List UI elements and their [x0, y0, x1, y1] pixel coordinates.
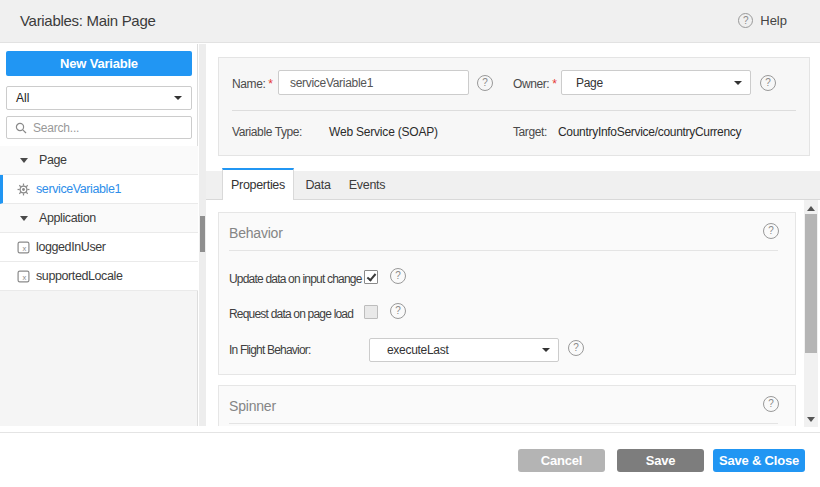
update-data-label: Update data on input change — [229, 272, 362, 286]
tab-data[interactable]: Data — [295, 171, 341, 199]
name-value: serviceVariable1 — [290, 76, 373, 90]
tree-group-application[interactable]: Application — [0, 204, 198, 233]
content-scrollbar[interactable] — [804, 200, 818, 427]
tree-item-label: loggedInUser — [36, 240, 106, 254]
inflight-behavior-label: In Flight Behavior: — [229, 343, 311, 357]
tree-group-page[interactable]: Page — [0, 146, 198, 175]
sidebar: New Variable All Search... Page serviceV… — [0, 44, 198, 426]
sidebar-scrollbar-thumb[interactable] — [200, 216, 205, 252]
tree-item-loggedinuser[interactable]: x loggedInUser — [0, 233, 198, 262]
variable-summary-panel: Name:* serviceVariable1 ? Owner:* Page ?… — [218, 57, 810, 156]
search-placeholder: Search... — [33, 121, 79, 135]
tab-events[interactable]: Events — [339, 171, 395, 199]
behavior-help-icon[interactable]: ? — [763, 223, 779, 239]
behavior-section-title: Behavior — [229, 225, 283, 241]
tree-group-label: Page — [39, 153, 67, 167]
main-panel: Name:* serviceVariable1 ? Owner:* Page ?… — [206, 44, 820, 426]
required-marker: * — [552, 77, 556, 91]
spinner-section-title: Spinner — [229, 398, 276, 414]
filter-value: All — [16, 91, 29, 105]
save-close-button[interactable]: Save & Close — [713, 449, 805, 472]
divider — [229, 250, 778, 251]
divider — [229, 423, 778, 424]
scroll-down-icon[interactable] — [807, 417, 815, 422]
tree-item-label: supportedLocale — [36, 269, 122, 283]
inflight-behavior-value: executeLast — [387, 343, 448, 357]
chevron-down-icon — [734, 81, 742, 85]
content-scrollbar-thumb[interactable] — [805, 214, 817, 353]
save-button[interactable]: Save — [617, 449, 704, 472]
inflight-help-icon[interactable]: ? — [568, 340, 584, 356]
header-bar: Variables: Main Page ? Help — [0, 0, 820, 43]
owner-help-icon[interactable]: ? — [760, 75, 776, 91]
new-variable-button[interactable]: New Variable — [6, 51, 192, 76]
help-icon: ? — [738, 13, 753, 28]
tree-item-label: serviceVariable1 — [36, 182, 121, 196]
variable-type-label: Variable Type: — [232, 125, 302, 139]
owner-select[interactable]: Page — [561, 70, 751, 95]
variable-tree: Page serviceVariable1 Application x logg… — [0, 146, 198, 291]
scroll-up-icon[interactable] — [807, 206, 815, 211]
tree-item-supportedlocale[interactable]: x supportedLocale — [0, 262, 198, 291]
chevron-down-icon — [174, 96, 182, 100]
name-input[interactable]: serviceVariable1 — [278, 70, 469, 95]
sidebar-empty-area — [0, 291, 197, 426]
chevron-down-icon — [542, 348, 550, 352]
tree-item-servicevariable1[interactable]: serviceVariable1 — [0, 175, 198, 204]
help-label: Help — [760, 13, 787, 28]
target-label: Target: — [513, 125, 547, 139]
search-input[interactable]: Search... — [6, 116, 192, 139]
request-data-help-icon[interactable]: ? — [390, 303, 406, 319]
help-button[interactable]: ? Help — [738, 13, 787, 28]
search-icon — [15, 122, 27, 134]
cancel-button[interactable]: Cancel — [518, 449, 605, 472]
page-title: Variables: Main Page — [20, 12, 155, 29]
collapse-icon — [20, 216, 28, 221]
update-data-checkbox[interactable] — [364, 270, 378, 284]
owner-label: Owner:* — [513, 77, 557, 91]
static-variable-icon: x — [17, 241, 30, 254]
tab-bar: Data Events Properties — [206, 168, 820, 200]
tab-properties[interactable]: Properties — [222, 168, 294, 200]
divider — [232, 110, 796, 111]
variable-type-value: Web Service (SOAP) — [329, 125, 438, 139]
spinner-section: Spinner ? — [218, 385, 796, 426]
request-data-checkbox[interactable] — [364, 305, 378, 319]
static-variable-icon: x — [17, 270, 30, 283]
inflight-behavior-select[interactable]: executeLast — [369, 338, 559, 362]
filter-dropdown[interactable]: All — [6, 86, 192, 110]
update-data-help-icon[interactable]: ? — [390, 268, 406, 284]
sidebar-scrollbar[interactable] — [199, 44, 206, 426]
svg-text:x: x — [22, 244, 26, 253]
footer-bar: Cancel Save Save & Close — [0, 432, 820, 487]
behavior-section: Behavior ? Update data on input change ?… — [218, 212, 796, 375]
check-icon — [366, 271, 376, 281]
target-value: CountryInfoService/countryCurrency — [558, 125, 741, 139]
svg-text:x: x — [22, 273, 26, 282]
name-help-icon[interactable]: ? — [477, 75, 493, 91]
tree-group-label: Application — [39, 211, 96, 225]
service-variable-icon — [17, 183, 30, 196]
required-marker: * — [268, 77, 272, 91]
collapse-icon — [20, 158, 28, 163]
owner-value: Page — [576, 76, 603, 90]
spinner-help-icon[interactable]: ? — [763, 396, 779, 412]
request-data-label: Request data on page load — [229, 307, 353, 321]
name-label: Name:* — [232, 77, 273, 91]
